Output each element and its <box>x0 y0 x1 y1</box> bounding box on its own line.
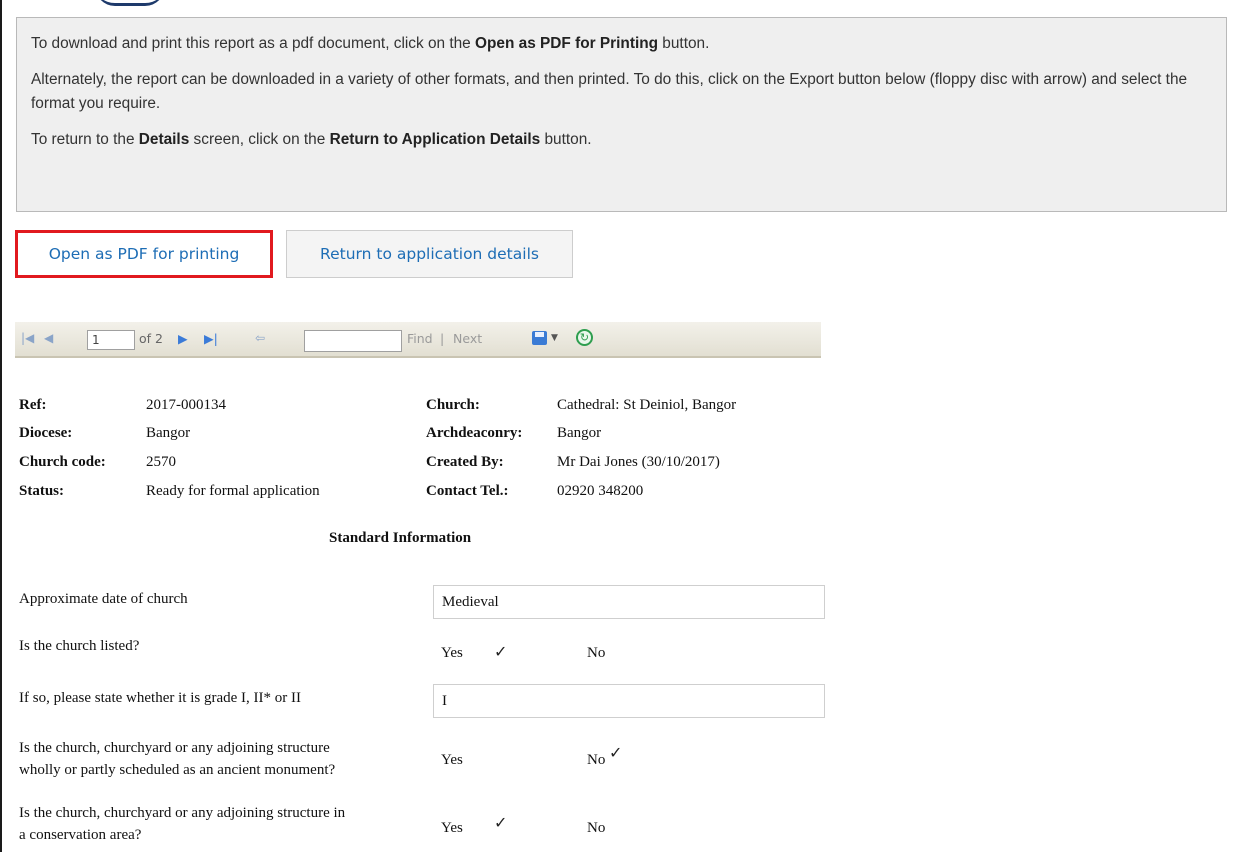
instruction-export: Alternately, the report can be downloade… <box>31 71 1188 112</box>
question-conservation-line2: a conservation area? <box>19 827 142 843</box>
status-value: Ready for formal application <box>146 483 320 499</box>
next-page-icon[interactable]: ▶ <box>178 331 188 346</box>
question-monument-line2: wholly or partly scheduled as an ancient… <box>19 762 336 778</box>
ref-label: Ref: <box>19 397 47 413</box>
instruction-pdf: To download and print this report as a p… <box>31 35 710 52</box>
export-floppy-icon[interactable] <box>532 331 547 345</box>
question-monument-line1: Is the church, churchyard or any adjoini… <box>19 740 330 756</box>
report-viewer-toolbar: |◀ ◀ 1 of 2 ▶ ▶| ⇦ Find | Next ▼ ↻ <box>15 322 821 358</box>
conservation-yes-label: Yes <box>441 820 463 836</box>
listed-yes-label: Yes <box>441 645 463 661</box>
conservation-no-label: No <box>587 820 606 836</box>
ref-value: 2017-000134 <box>146 397 226 413</box>
back-icon[interactable]: ⇦ <box>255 331 265 345</box>
diocese-label: Diocese: <box>19 425 73 441</box>
monument-no-label: No <box>587 752 606 768</box>
contact-tel-label: Contact Tel.: <box>426 483 509 499</box>
church-code-value: 2570 <box>146 454 176 470</box>
find-input[interactable] <box>304 330 402 352</box>
archdeaconry-value: Bangor <box>557 425 602 441</box>
date-answer-field: Medieval <box>433 585 825 619</box>
monument-yes-label: Yes <box>441 752 463 768</box>
section-title: Standard Information <box>329 530 472 546</box>
page-border <box>0 0 2 852</box>
export-dropdown-icon[interactable]: ▼ <box>551 333 558 343</box>
status-label: Status: <box>19 483 65 499</box>
toolbar-separator: | <box>440 331 445 346</box>
diocese-value: Bangor <box>146 425 191 441</box>
page-number-input[interactable]: 1 <box>87 330 135 350</box>
contact-tel-value: 02920 348200 <box>557 483 644 499</box>
return-to-details-button[interactable]: Return to application details <box>286 230 573 278</box>
church-value: Cathedral: St Deiniol, Bangor <box>557 397 737 413</box>
question-conservation-line1: Is the church, churchyard or any adjoini… <box>19 805 346 821</box>
next-link[interactable]: Next <box>453 331 482 346</box>
last-page-icon[interactable]: ▶| <box>204 331 218 346</box>
instructions-panel: To download and print this report as a p… <box>16 17 1227 212</box>
refresh-icon[interactable]: ↻ <box>576 329 593 346</box>
open-pdf-button[interactable]: Open as PDF for printing <box>15 230 273 278</box>
listed-no-label: No <box>587 645 606 661</box>
monument-no-check-icon: ✓ <box>609 743 623 762</box>
question-listed: Is the church listed? <box>19 638 140 654</box>
listed-yes-check-icon: ✓ <box>494 642 508 661</box>
church-label: Church: <box>426 397 480 413</box>
previous-page-icon[interactable]: ◀ <box>44 331 53 345</box>
church-code-label: Church code: <box>19 454 106 470</box>
instruction-return: To return to the Details screen, click o… <box>31 131 592 148</box>
archdeaconry-label: Archdeaconry: <box>426 425 523 441</box>
created-by-value: Mr Dai Jones (30/10/2017) <box>557 454 720 470</box>
question-date: Approximate date of church <box>19 591 188 607</box>
find-link[interactable]: Find <box>407 331 433 346</box>
question-grade: If so, please state whether it is grade … <box>19 690 301 706</box>
created-by-label: Created By: <box>426 454 504 470</box>
first-page-icon[interactable]: |◀ <box>21 331 34 345</box>
conservation-yes-check-icon: ✓ <box>494 813 508 832</box>
grade-answer-field: I <box>433 684 825 718</box>
logo-fragment <box>95 0 165 6</box>
page-count: of 2 <box>139 331 163 346</box>
